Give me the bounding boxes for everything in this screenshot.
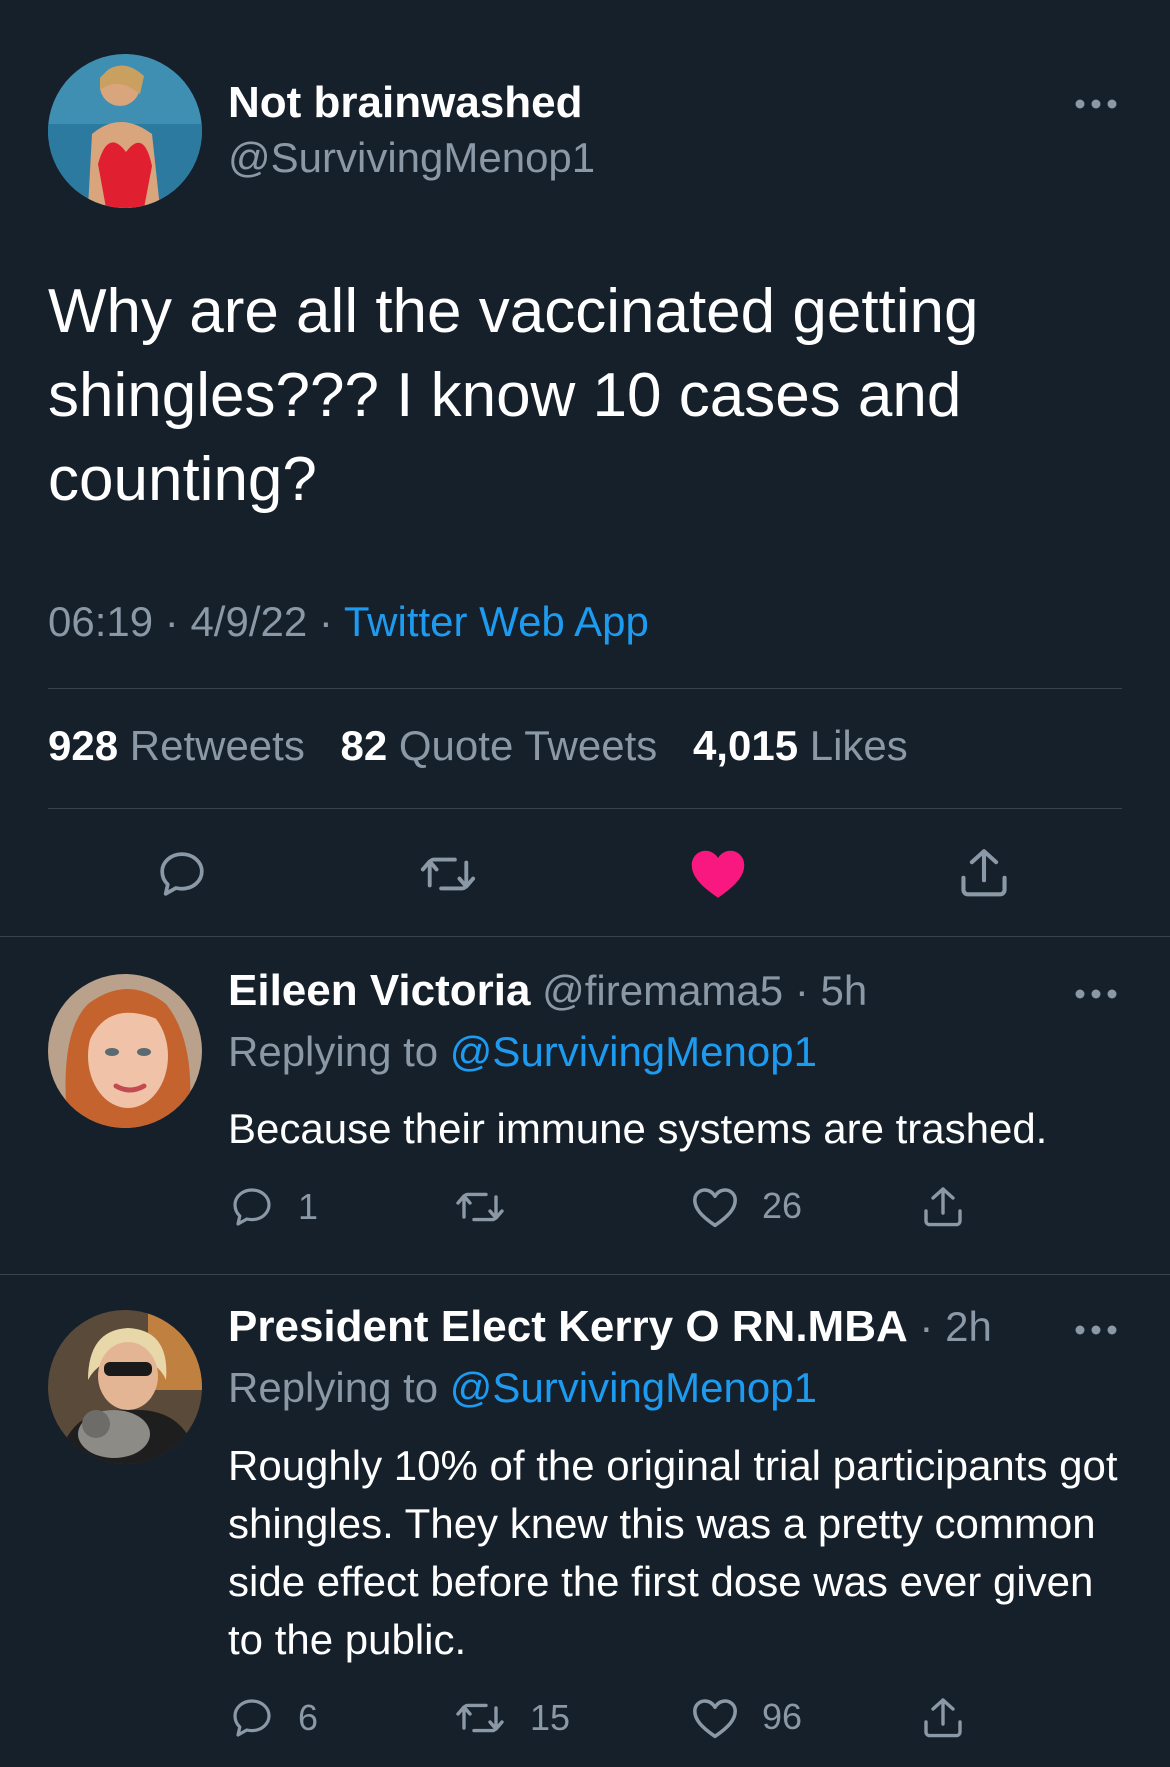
share-button[interactable] <box>918 1694 968 1742</box>
retweet-button[interactable] <box>452 1183 530 1231</box>
like-icon <box>693 1699 737 1739</box>
retweet-icon <box>456 1703 504 1733</box>
divider <box>48 808 1122 809</box>
retweets-count: 928 <box>48 722 119 769</box>
tweet-source-link[interactable]: Twitter Web App <box>344 598 649 645</box>
retweet-icon <box>420 857 476 891</box>
reply-button[interactable]: 1 <box>228 1183 318 1231</box>
share-icon <box>924 1187 962 1227</box>
tweet-text: Why are all the vaccinated getting shing… <box>48 277 979 514</box>
like-button[interactable]: 26 <box>690 1183 802 1229</box>
retweets-stat[interactable]: 928 Retweets <box>48 722 305 770</box>
retweet-count: 15 <box>530 1697 571 1738</box>
reply-button[interactable]: 6 <box>228 1694 318 1742</box>
share-icon <box>924 1698 962 1738</box>
quotes-stat[interactable]: 82 Quote Tweets <box>341 722 658 770</box>
main-tweet: Not brainwashed @SurvivingMenop1 Why are… <box>0 0 1170 936</box>
share-button[interactable] <box>918 1183 968 1231</box>
retweets-label: Retweets <box>129 722 305 769</box>
replying-to-mention[interactable]: @SurvivingMenop1 <box>450 1364 817 1411</box>
reply-author-name[interactable]: President Elect Kerry O RN.MBA <box>228 1302 908 1351</box>
divider <box>0 936 1170 937</box>
meta-separator: · <box>794 967 809 1014</box>
reply-actions: 1 26 <box>228 1183 988 1233</box>
engagement-stats: 928 Retweets 82 Quote Tweets 4,015 Likes <box>48 722 932 770</box>
author-avatar[interactable] <box>48 54 202 208</box>
meta-separator: · <box>164 598 179 645</box>
more-options-icon[interactable] <box>1072 984 1120 1004</box>
share-button[interactable] <box>954 844 1014 902</box>
divider <box>0 1274 1170 1275</box>
replying-to: Replying to @SurvivingMenop1 <box>228 1364 817 1412</box>
replying-to: Replying to @SurvivingMenop1 <box>228 1028 817 1076</box>
replying-label: Replying to <box>228 1028 439 1075</box>
author-name[interactable]: Not brainwashed <box>228 78 583 128</box>
share-icon <box>961 849 1007 897</box>
author-handle[interactable]: @SurvivingMenop1 <box>228 134 595 182</box>
reply-header: President Elect Kerry O RN.MBA · 2h <box>228 1302 992 1352</box>
retweet-button[interactable]: 15 <box>452 1694 570 1742</box>
retweet-icon <box>456 1192 504 1222</box>
like-icon-filled <box>691 850 745 898</box>
reply-text: Roughly 10% of the original trial partic… <box>228 1442 1118 1663</box>
reply-button[interactable] <box>154 846 210 902</box>
like-icon <box>693 1188 737 1228</box>
more-options-icon[interactable] <box>1072 1320 1120 1340</box>
reply-icon <box>160 852 204 896</box>
reply-icon <box>233 1188 271 1226</box>
likes-label: Likes <box>809 722 908 769</box>
reply-header: Eileen Victoria @firemama5 · 5h <box>228 966 867 1016</box>
reply-actions: 6 15 96 <box>228 1694 988 1744</box>
reply-count: 1 <box>298 1186 319 1227</box>
reply-author-handle[interactable]: @firemama5 <box>542 967 783 1014</box>
likes-stat[interactable]: 4,015 Likes <box>693 722 908 770</box>
reply-age[interactable]: 5h <box>820 967 867 1014</box>
like-count: 96 <box>762 1696 803 1737</box>
quotes-count: 82 <box>340 722 388 769</box>
divider <box>48 688 1122 689</box>
tweet-meta: 06:19 · 4/9/22 · Twitter Web App <box>48 598 649 646</box>
reply-author-name[interactable]: Eileen Victoria <box>228 966 530 1015</box>
replying-label: Replying to <box>228 1364 439 1411</box>
like-button[interactable]: 96 <box>690 1694 802 1740</box>
reply-author-avatar[interactable] <box>48 1310 202 1464</box>
quotes-label: Quote Tweets <box>398 722 658 769</box>
reply-author-avatar[interactable] <box>48 974 202 1128</box>
replying-to-mention[interactable]: @SurvivingMenop1 <box>450 1028 817 1075</box>
meta-separator: · <box>919 1303 934 1350</box>
reply-age[interactable]: 2h <box>945 1303 992 1350</box>
like-button[interactable] <box>688 844 748 900</box>
reply-count: 6 <box>298 1697 319 1738</box>
retweet-button[interactable] <box>416 846 480 902</box>
like-count: 26 <box>762 1185 803 1226</box>
reply-text: Because their immune systems are trashed… <box>228 1105 1048 1152</box>
tweet-time[interactable]: 06:19 <box>48 598 153 645</box>
meta-separator: · <box>318 598 333 645</box>
more-options-icon[interactable] <box>1072 94 1120 114</box>
reply-icon <box>233 1699 271 1737</box>
likes-count: 4,015 <box>692 722 799 769</box>
tweet-date[interactable]: 4/9/22 <box>190 598 307 645</box>
